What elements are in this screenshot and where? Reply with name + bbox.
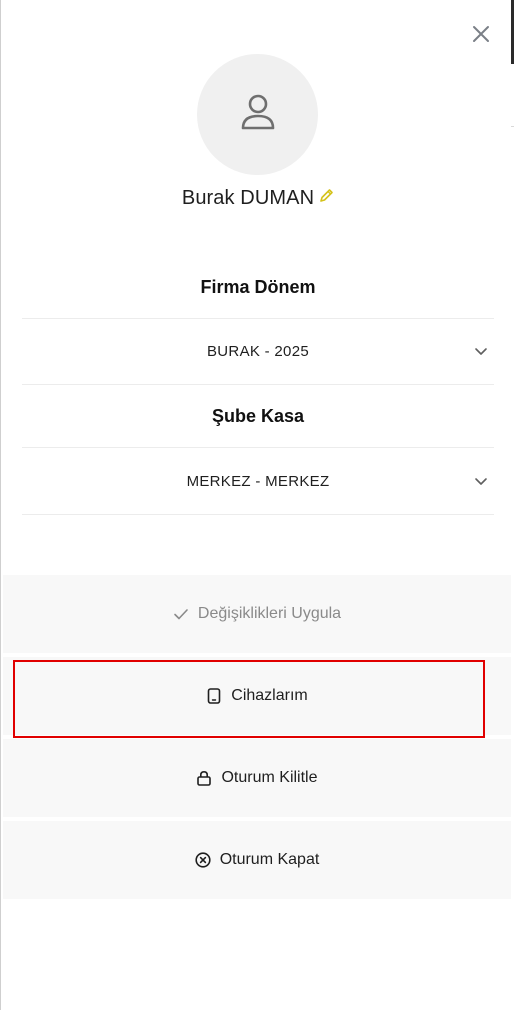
sube-kasa-title: Şube Kasa xyxy=(211,406,305,426)
divider xyxy=(22,384,494,385)
apply-changes-button[interactable]: Değişiklikleri Uygula xyxy=(3,575,511,653)
close-button[interactable] xyxy=(469,24,493,48)
devices-button[interactable]: Cihazlarım xyxy=(3,657,511,735)
lock-session-button[interactable]: Oturum Kilitle xyxy=(3,739,511,817)
avatar xyxy=(197,54,318,175)
divider xyxy=(22,514,494,515)
check-icon xyxy=(173,606,189,622)
pencil-icon xyxy=(319,188,334,208)
firma-donem-select[interactable]: BURAK - 2025 xyxy=(22,319,494,383)
divider xyxy=(22,447,494,448)
apply-changes-label: Değişiklikleri Uygula xyxy=(197,605,342,622)
chevron-down-icon xyxy=(474,474,488,488)
chevron-down-icon xyxy=(474,344,488,358)
close-icon xyxy=(472,25,490,48)
user-name: Burak DUMAN xyxy=(181,186,315,209)
firma-donem-title: Firma Dönem xyxy=(200,277,316,297)
firma-donem-value: BURAK - 2025 xyxy=(207,342,309,360)
edit-name-button[interactable] xyxy=(318,188,334,208)
logout-label: Oturum Kapat xyxy=(219,851,320,868)
sube-kasa-select[interactable]: MERKEZ - MERKEZ xyxy=(22,449,494,513)
logout-button[interactable]: Oturum Kapat xyxy=(3,821,511,899)
lock-session-label: Oturum Kilitle xyxy=(221,769,318,786)
user-name-row: Burak DUMAN xyxy=(1,184,514,212)
user-icon xyxy=(240,93,276,136)
lock-icon xyxy=(196,770,212,786)
sube-kasa-value: MERKEZ - MERKEZ xyxy=(186,472,330,490)
devices-label: Cihazlarım xyxy=(231,687,308,704)
user-profile-panel: Burak DUMAN Firma Dönem BURAK - 2025 Şub… xyxy=(0,0,514,1010)
tablet-icon xyxy=(206,688,222,704)
x-circle-icon xyxy=(195,852,211,868)
